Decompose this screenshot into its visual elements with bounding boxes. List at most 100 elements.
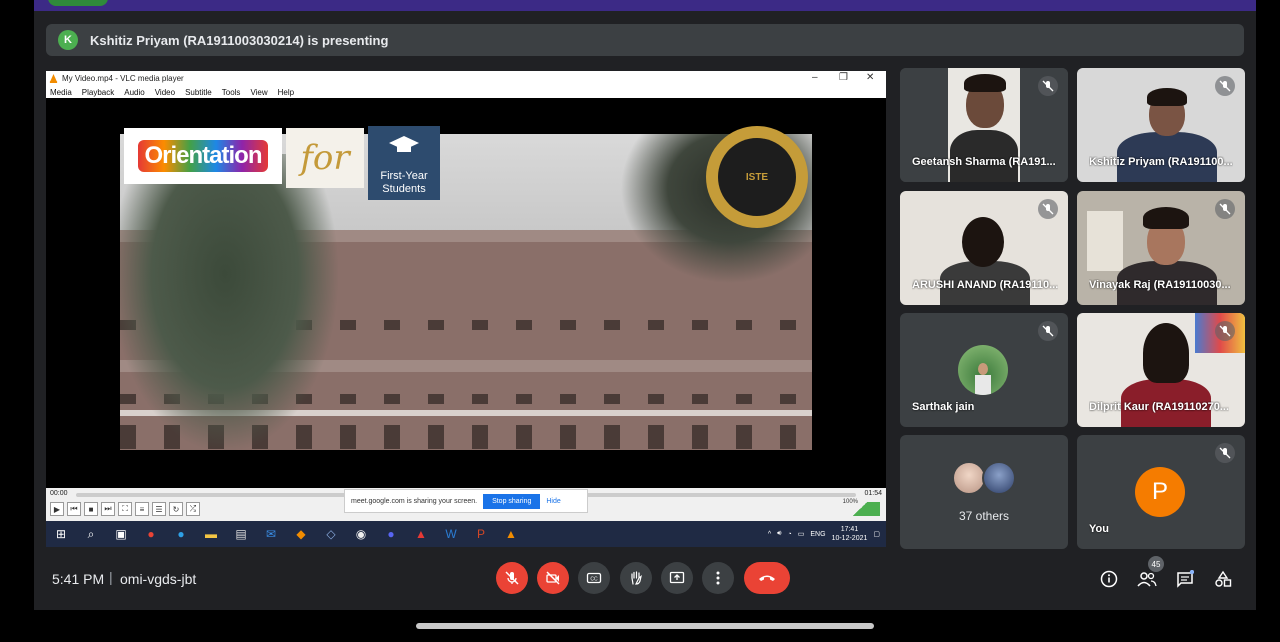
maximize-icon[interactable]: ❐ — [839, 72, 848, 83]
first-year-banner: First-Year Students — [368, 126, 440, 200]
search-icon[interactable]: ⌕ — [76, 521, 106, 547]
meeting-details-button[interactable] — [1098, 568, 1120, 590]
chevron-up-icon[interactable]: ^ — [768, 531, 771, 538]
meet-window: K Kshitiz Priyam (RA1911003030214) is pr… — [34, 0, 1256, 642]
close-icon[interactable]: ✕ — [866, 72, 874, 83]
others-tile[interactable]: 37 others — [900, 435, 1068, 549]
stop-sharing-button[interactable]: Stop sharing — [483, 493, 541, 509]
time-elapsed: 00:00 — [50, 490, 68, 497]
people-icon — [1137, 572, 1157, 587]
participant-name: ARUSHI ANAND (RA19110... — [912, 279, 1059, 291]
shuffle-icon[interactable]: ⤮ — [186, 502, 200, 516]
volume-slider[interactable] — [840, 502, 880, 516]
shared-screen[interactable]: My Video.mp4 - VLC media player – ❐ ✕ Me… — [46, 71, 886, 547]
vlc-taskbar-icon[interactable]: ▲ — [496, 521, 526, 547]
mic-off-icon — [1215, 76, 1235, 96]
present-now-button[interactable] — [661, 562, 693, 594]
iste-logo: ISTE — [706, 126, 808, 228]
mic-off-icon — [505, 571, 519, 585]
more-vert-icon — [716, 571, 720, 585]
vlc-video-area[interactable]: Orientation for First-Year Students ISTE — [46, 98, 886, 488]
presenting-text: Kshitiz Priyam (RA1911003030214) is pres… — [90, 32, 389, 48]
menu-media[interactable]: Media — [50, 88, 72, 97]
language-indicator[interactable]: ENG — [810, 531, 825, 538]
loop-icon[interactable]: ↻ — [169, 502, 183, 516]
app-icon[interactable]: ◆ — [286, 521, 316, 547]
meeting-time: 5:41 PM — [52, 571, 105, 587]
mic-off-icon — [1215, 443, 1235, 463]
participant-tile[interactable]: Vinayak Raj (RA19110030... — [1077, 191, 1245, 305]
raise-hand-button[interactable] — [620, 562, 652, 594]
more-options-button[interactable] — [702, 562, 734, 594]
participant-avatar — [958, 345, 1008, 395]
chat-button[interactable] — [1174, 568, 1196, 590]
participant-tile[interactable]: Kshitiz Priyam (RA191100... — [1077, 68, 1245, 182]
participant-tile[interactable]: ARUSHI ANAND (RA19110... — [900, 191, 1068, 305]
menu-view[interactable]: View — [250, 88, 267, 97]
powerpoint-icon[interactable]: P — [466, 521, 496, 547]
self-tile[interactable]: P You — [1077, 435, 1245, 549]
notification-icon[interactable]: ▢ — [873, 530, 880, 538]
previous-icon[interactable]: ⏮ — [67, 502, 81, 516]
windows-start-icon[interactable]: ⊞ — [46, 521, 76, 547]
leave-call-button[interactable] — [744, 562, 790, 594]
participant-tile[interactable]: Geetansh Sharma (RA191... — [900, 68, 1068, 182]
pdf-icon[interactable]: ▲ — [406, 521, 436, 547]
participant-tile[interactable]: Dilprit Kaur (RA19110270... — [1077, 313, 1245, 427]
graduation-cap-icon — [389, 136, 419, 152]
file-explorer-icon[interactable]: ▬ — [196, 521, 226, 547]
presenter-avatar: K — [58, 30, 78, 50]
playlist-icon[interactable]: ☰ — [152, 502, 166, 516]
store-icon[interactable]: ▤ — [226, 521, 256, 547]
edge-icon[interactable]: ● — [166, 521, 196, 547]
captions-button[interactable]: CC — [578, 562, 610, 594]
participant-name: Sarthak jain — [912, 401, 975, 413]
menu-tools[interactable]: Tools — [222, 88, 241, 97]
next-icon[interactable]: ⏭ — [101, 502, 115, 516]
stop-icon[interactable]: ■ — [84, 502, 98, 516]
play-icon[interactable]: ▶ — [50, 502, 64, 516]
mic-off-icon — [1038, 199, 1058, 219]
participant-name: Vinayak Raj (RA19110030... — [1089, 279, 1231, 291]
minimize-icon[interactable]: – — [812, 72, 818, 83]
time-total: 01:54 — [864, 490, 882, 497]
participant-name: Dilprit Kaur (RA19110270... — [1089, 401, 1230, 413]
bottom-bar: 5:41 PM | omi-vgds-jbt CC 45 — [34, 556, 1256, 604]
task-view-icon[interactable]: ▣ — [106, 521, 136, 547]
svg-text:CC: CC — [590, 577, 598, 583]
for-banner: for — [286, 128, 364, 188]
captions-icon: CC — [586, 572, 602, 584]
camera-toggle-button[interactable] — [537, 562, 569, 594]
chrome-icon[interactable]: ● — [136, 521, 166, 547]
app-icon-3[interactable]: ◉ — [346, 521, 376, 547]
browser-tab-pill[interactable] — [48, 0, 108, 6]
fullscreen-icon[interactable]: ⛶ — [118, 502, 132, 516]
mic-toggle-button[interactable] — [496, 562, 528, 594]
home-indicator[interactable] — [416, 623, 874, 629]
activities-button[interactable] — [1212, 568, 1234, 590]
menu-video[interactable]: Video — [155, 88, 175, 97]
speaker-icon[interactable]: 🔊︎ — [777, 530, 781, 538]
clock[interactable]: 17:41 10-12-2021 — [832, 525, 868, 543]
word-icon[interactable]: W — [436, 521, 466, 547]
vlc-cone-icon — [49, 74, 58, 83]
mail-icon[interactable]: ✉ — [256, 521, 286, 547]
vlc-title-bar: My Video.mp4 - VLC media player – ❐ ✕ — [46, 71, 886, 86]
others-count: 37 others — [958, 509, 1010, 523]
menu-playback[interactable]: Playback — [82, 88, 114, 97]
info-icon — [1100, 570, 1118, 588]
hide-button[interactable]: Hide — [546, 498, 560, 505]
hand-icon — [631, 571, 642, 585]
chat-icon — [1177, 570, 1194, 588]
screen-share-notice: meet.google.com is sharing your screen. … — [344, 489, 588, 513]
app-icon-2[interactable]: ◇ — [316, 521, 346, 547]
settings-icon[interactable]: ≡ — [135, 502, 149, 516]
participant-tile[interactable]: Sarthak jain — [900, 313, 1068, 427]
battery-icon[interactable]: ▭ — [798, 530, 805, 538]
mic-off-icon — [1215, 321, 1235, 341]
wifi-icon[interactable]: ◔ — [788, 531, 792, 538]
menu-help[interactable]: Help — [278, 88, 294, 97]
menu-audio[interactable]: Audio — [124, 88, 144, 97]
menu-subtitle[interactable]: Subtitle — [185, 88, 212, 97]
discord-icon[interactable]: ● — [376, 521, 406, 547]
